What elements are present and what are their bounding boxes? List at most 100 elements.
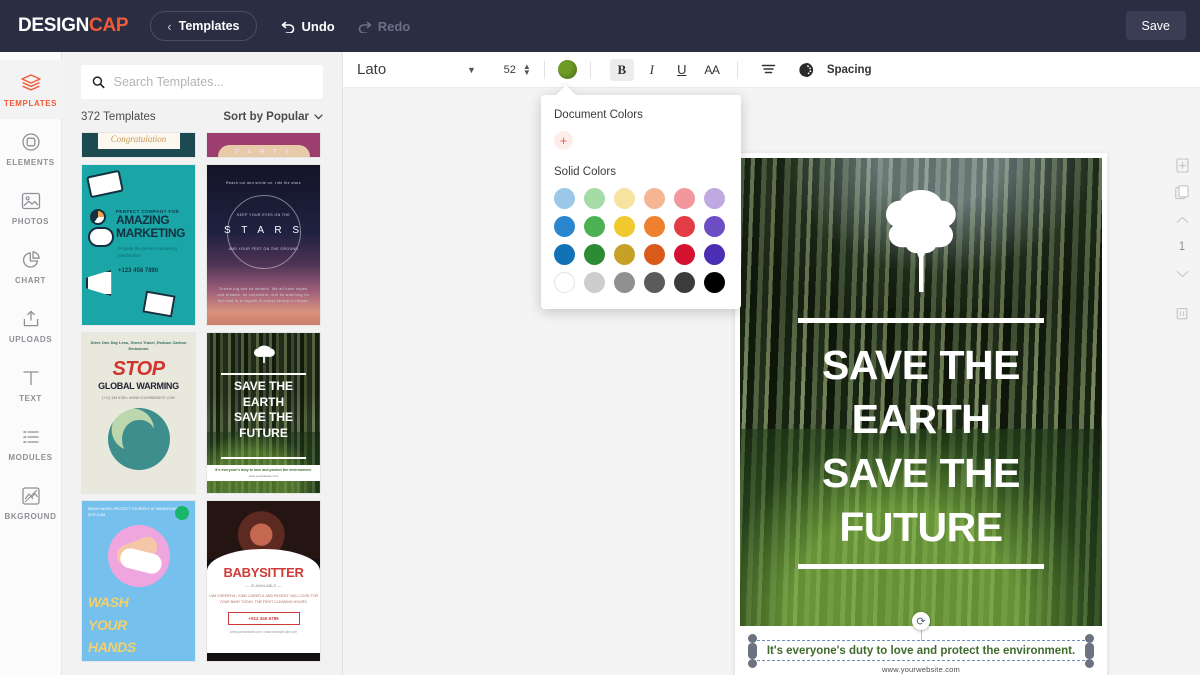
sidebar-item-photos[interactable]: PHOTOS <box>0 178 62 237</box>
stop-word: STOP <box>112 357 165 380</box>
templates-button[interactable]: ‹ Templates <box>150 11 257 41</box>
page-number: 1 <box>1178 240 1186 253</box>
sort-dropdown[interactable]: Sort by Popular <box>223 111 323 123</box>
text-toolbar: Lato ▼ 52 ▲ ▼ B I U AA Spacing Document … <box>343 52 1200 309</box>
opacity-icon[interactable] <box>794 59 818 81</box>
color-swatch-1[interactable] <box>584 188 605 209</box>
template-thumb-party[interactable]: P A R T Y <box>206 132 321 158</box>
editor-area: Lato ▼ 52 ▲ ▼ B I U AA Spacing Document … <box>343 52 1200 675</box>
color-swatch-16[interactable] <box>674 244 695 265</box>
search-box[interactable] <box>81 65 323 99</box>
color-swatch-17[interactable] <box>704 244 725 265</box>
marketing-shape-card <box>86 169 124 199</box>
stars-mid-text: KEEP YOUR EYES ON THE <box>236 213 291 217</box>
divider-rule-bottom <box>798 564 1044 569</box>
color-swatch-2[interactable] <box>614 188 635 209</box>
melting-globe-illustration <box>107 407 170 470</box>
templates-panel: 372 Templates Sort by Popular Congratula… <box>62 52 343 675</box>
selected-text-box[interactable]: ⟳ It's everyone's duty to love and prote… <box>748 612 1094 674</box>
underline-button[interactable]: U <box>670 59 694 81</box>
color-swatch-22[interactable] <box>674 272 695 293</box>
solid-colors-grid <box>554 188 728 293</box>
color-swatch-21[interactable] <box>644 272 665 293</box>
poster-headline[interactable]: SAVE THE EARTH SAVE THE FUTURE <box>750 338 1092 554</box>
template-thumb-marketing[interactable]: PERFECT COMPANY FOR AMAZING MARKETING Pr… <box>81 164 196 326</box>
template-thumb-stars[interactable]: Reach out and stride on, ride the stars … <box>206 164 321 326</box>
color-swatch-20[interactable] <box>614 272 635 293</box>
template-thumb-congratulations[interactable]: Congratulation <box>81 132 196 158</box>
rotate-handle[interactable]: ⟳ <box>912 612 930 630</box>
redo-label: Redo <box>377 18 411 34</box>
color-swatch-5[interactable] <box>704 188 725 209</box>
font-family-dropdown-icon[interactable]: ▼ <box>467 65 476 75</box>
add-page-icon[interactable] <box>1164 152 1200 179</box>
sidebar-item-uploads[interactable]: UPLOADS <box>0 296 62 355</box>
color-swatch-18[interactable] <box>554 272 575 293</box>
earth-thumb-line-2: EARTH <box>242 394 285 409</box>
bold-button[interactable]: B <box>609 58 634 81</box>
earth-thumb-footer: It's everyone's duty to love and protect… <box>207 465 320 481</box>
logo-text-cap: CAP <box>89 15 129 36</box>
poster-design[interactable]: SAVE THE EARTH SAVE THE FUTURE <box>740 158 1102 626</box>
layers-icon <box>20 72 41 94</box>
color-swatch-6[interactable] <box>554 216 575 237</box>
search-input[interactable] <box>113 75 312 89</box>
color-swatch-15[interactable] <box>644 244 665 265</box>
delete-page-trash-icon[interactable] <box>1164 299 1200 326</box>
color-swatch-3[interactable] <box>644 188 665 209</box>
sidebar-item-text[interactable]: TEXT <box>0 355 62 414</box>
text-case-button[interactable]: AA <box>700 59 724 81</box>
save-button[interactable]: Save <box>1125 11 1186 40</box>
wash-subtext: often, with soap and water for at least … <box>88 661 189 662</box>
color-swatch-14[interactable] <box>614 244 635 265</box>
spacing-button[interactable]: Spacing <box>827 64 872 76</box>
hands-illustration <box>107 524 170 587</box>
page-up-chevron-up-icon[interactable] <box>1164 206 1200 233</box>
search-wrapper <box>62 52 342 99</box>
page-down-chevron-down-icon[interactable] <box>1164 260 1200 287</box>
font-family-value[interactable]: Lato <box>357 61 467 78</box>
color-swatch-13[interactable] <box>584 244 605 265</box>
color-swatch-7[interactable] <box>584 216 605 237</box>
marketing-phone: +123 456 7890 <box>118 267 159 274</box>
earth-thumb-line-3: SAVE THE <box>233 410 294 425</box>
text-color-swatch-button[interactable] <box>557 60 577 79</box>
logo-text-design: DESIGN <box>18 15 90 36</box>
color-swatch-8[interactable] <box>614 216 635 237</box>
color-swatch-19[interactable] <box>584 272 605 293</box>
font-size-value[interactable]: 52 <box>492 64 516 76</box>
duplicate-page-icon[interactable] <box>1164 179 1200 206</box>
headline-line-3: SAVE THE <box>822 450 1021 497</box>
italic-button[interactable]: I <box>640 59 664 81</box>
align-center-icon[interactable] <box>757 59 781 81</box>
canvas-area[interactable]: SAVE THE EARTH SAVE THE FUTURE ⟳ It's ev… <box>343 88 1200 675</box>
sidebar-item-chart[interactable]: CHART <box>0 237 62 296</box>
template-thumb-save-the-earth[interactable]: SAVE THE EARTH SAVE THE FUTURE It's ever… <box>206 332 321 494</box>
redo-icon <box>358 21 372 33</box>
redo-button[interactable]: Redo <box>357 18 411 34</box>
font-size-stepper[interactable]: ▲ ▼ <box>523 62 531 76</box>
undo-button[interactable]: Undo <box>281 19 335 34</box>
sidebar-item-templates[interactable]: TEMPLATES <box>0 60 62 119</box>
sidebar-item-bkground[interactable]: BKGROUND <box>0 473 62 532</box>
color-swatch-23[interactable] <box>704 272 725 293</box>
sidebar-item-elements[interactable]: ELEMENTS <box>0 119 62 178</box>
design-page[interactable]: SAVE THE EARTH SAVE THE FUTURE ⟳ It's ev… <box>735 153 1107 675</box>
color-swatch-12[interactable] <box>554 244 575 265</box>
color-swatch-9[interactable] <box>644 216 665 237</box>
template-thumb-wash-your-hands[interactable]: WASH HANDS, PROTECT YOURSELF AT WWW.EXAM… <box>81 500 196 662</box>
template-thumb-stop-global-warming[interactable]: Drive One Day Less, Green Travel, Reduce… <box>81 332 196 494</box>
template-thumb-babysitter[interactable]: BABYSITTER — IS AVAILABLE — I AM CHEERFU… <box>206 500 321 662</box>
earth-thumb-line-1: SAVE THE <box>233 379 294 393</box>
sort-label: Sort by Popular <box>223 111 309 123</box>
wash-line-3: HANDS <box>88 639 136 656</box>
color-swatch-11[interactable] <box>704 216 725 237</box>
color-swatch-0[interactable] <box>554 188 575 209</box>
color-swatch-10[interactable] <box>674 216 695 237</box>
sidebar-item-modules[interactable]: MODULES <box>0 414 62 473</box>
caption-zone: ⟳ It's everyone's duty to love and prote… <box>740 612 1102 675</box>
tree-illustration-icon[interactable] <box>740 184 1102 296</box>
color-swatch-4[interactable] <box>674 188 695 209</box>
add-document-color-button[interactable]: + <box>554 131 573 150</box>
sidebar-label-photos: PHOTOS <box>11 216 50 226</box>
